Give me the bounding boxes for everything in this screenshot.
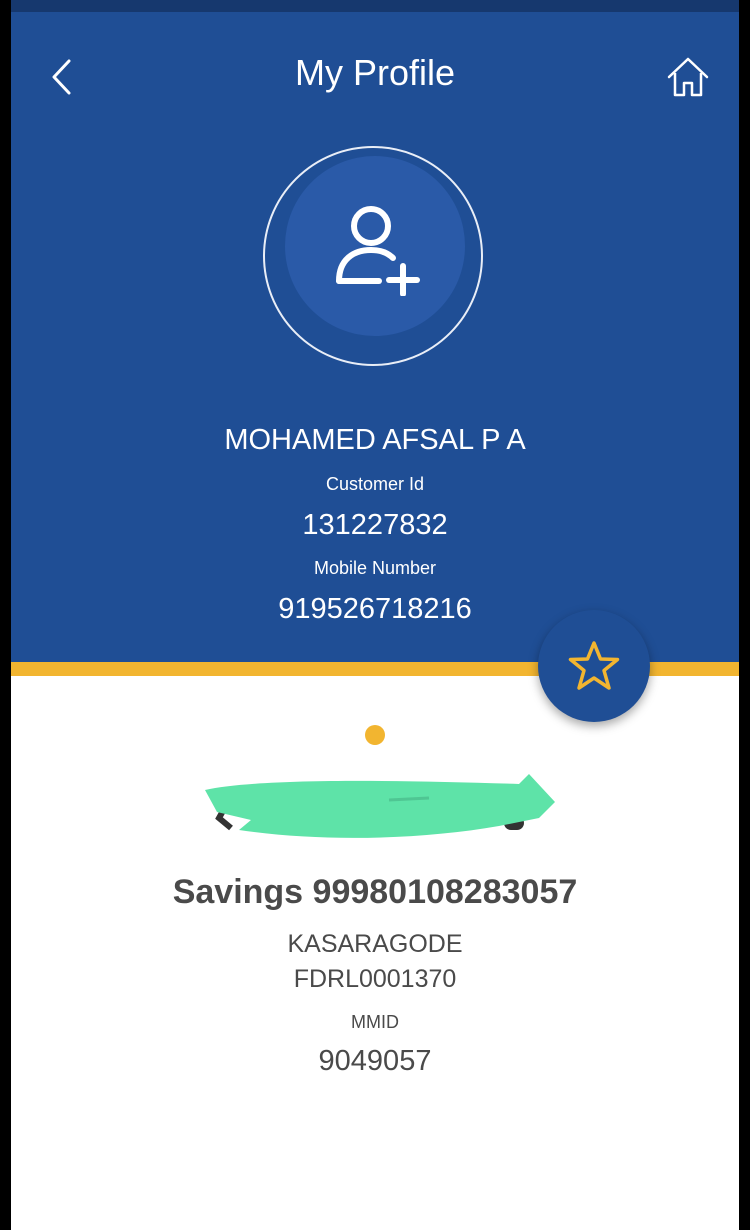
customer-id-value: 131227832 (302, 509, 448, 541)
avatar[interactable] (285, 156, 465, 336)
mmid-label: MMID (351, 1012, 399, 1032)
account-title: Savings 99980108283057 (172, 873, 578, 911)
status-strip (11, 0, 739, 12)
favorite-button[interactable] (538, 610, 650, 722)
profile-screen: My Profile MOHAMED AFSAL P A Customer Id… (11, 0, 739, 1230)
star-icon (568, 641, 620, 690)
redaction-mark (199, 768, 559, 848)
page-indicator-dot[interactable] (365, 725, 385, 745)
customer-id-label: Customer Id (325, 474, 425, 494)
home-icon (667, 57, 709, 97)
mmid-value: 9049057 (318, 1045, 432, 1077)
add-user-icon (336, 206, 420, 296)
home-button[interactable] (663, 52, 713, 102)
page-title: My Profile (294, 52, 456, 93)
mobile-number-label: Mobile Number (313, 558, 437, 578)
ifsc-code: FDRL0001370 (293, 965, 457, 993)
branch-name: KASARAGODE (287, 930, 463, 958)
customer-name: MOHAMED AFSAL P A (224, 424, 526, 456)
